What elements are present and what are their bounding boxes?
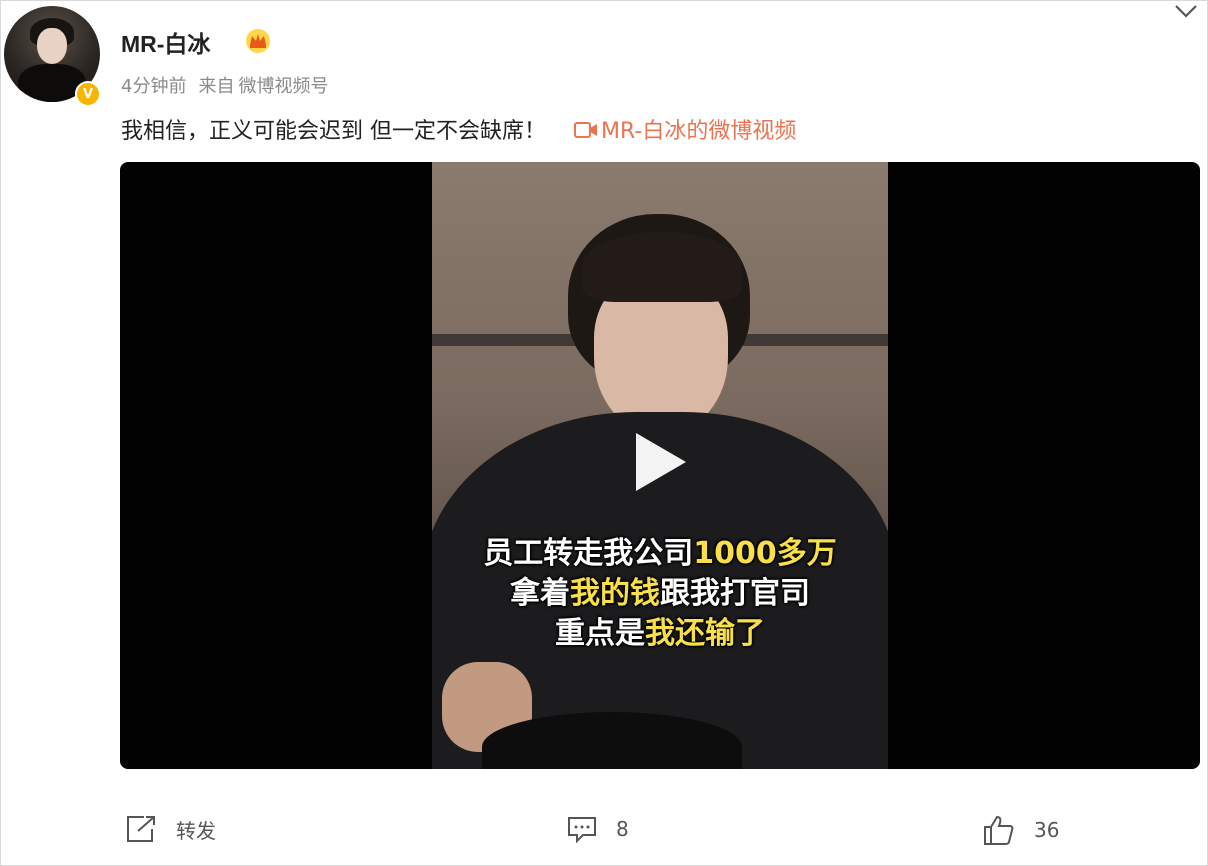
subtitle-text: 员工转走我公司 <box>483 536 694 571</box>
video-link-label: MR-白冰的微博视频 <box>601 119 797 144</box>
source-prefix: 来自 <box>198 76 235 97</box>
like-count: 36 <box>1034 818 1060 842</box>
username[interactable]: MR-白冰 <box>121 25 210 59</box>
subtitle-highlight: 1000多万 <box>693 536 837 571</box>
post-source[interactable]: 微博视频号 <box>238 76 328 97</box>
subtitle-highlight: 我还输了 <box>645 616 765 651</box>
subtitle-text: 重点是 <box>555 616 645 651</box>
comment-count: 8 <box>616 817 629 841</box>
video-link[interactable]: MR-白冰的微博视频 <box>573 119 796 144</box>
post-body: 我相信，正义可能会迟到 但一定不会缺席！ MR-白冰的微博视频 <box>121 113 796 145</box>
like-button[interactable]: 36 <box>982 814 1059 846</box>
subtitle-highlight: 我的钱 <box>570 576 660 611</box>
post-text: 我相信，正义可能会迟到 但一定不会缺席！ <box>121 119 546 144</box>
verified-badge-icon: V <box>75 81 101 107</box>
action-bar: 转发 8 36 <box>0 800 1208 860</box>
like-icon <box>984 815 1014 845</box>
video-link-icon <box>574 122 597 138</box>
comment-icon <box>568 817 596 844</box>
video-player[interactable]: 员工转走我公司1000多万 拿着我的钱跟我打官司 重点是我还输了 <box>120 162 1200 769</box>
crown-icon[interactable] <box>244 26 272 54</box>
repost-button[interactable]: 转发 <box>124 814 216 844</box>
repost-icon <box>127 816 155 842</box>
chevron-down-icon[interactable] <box>1174 3 1198 19</box>
play-icon[interactable] <box>624 427 694 497</box>
post-time: 4分钟前 <box>121 76 187 97</box>
repost-label: 转发 <box>176 818 216 843</box>
subtitle-text: 拿着 <box>510 576 570 611</box>
subtitle-text: 跟我打官司 <box>660 576 810 611</box>
post-meta: 4分钟前 来自 微博视频号 <box>121 72 340 98</box>
video-subtitles: 员工转走我公司1000多万 拿着我的钱跟我打官司 重点是我还输了 <box>432 534 888 654</box>
comment-button[interactable]: 8 <box>566 814 629 844</box>
